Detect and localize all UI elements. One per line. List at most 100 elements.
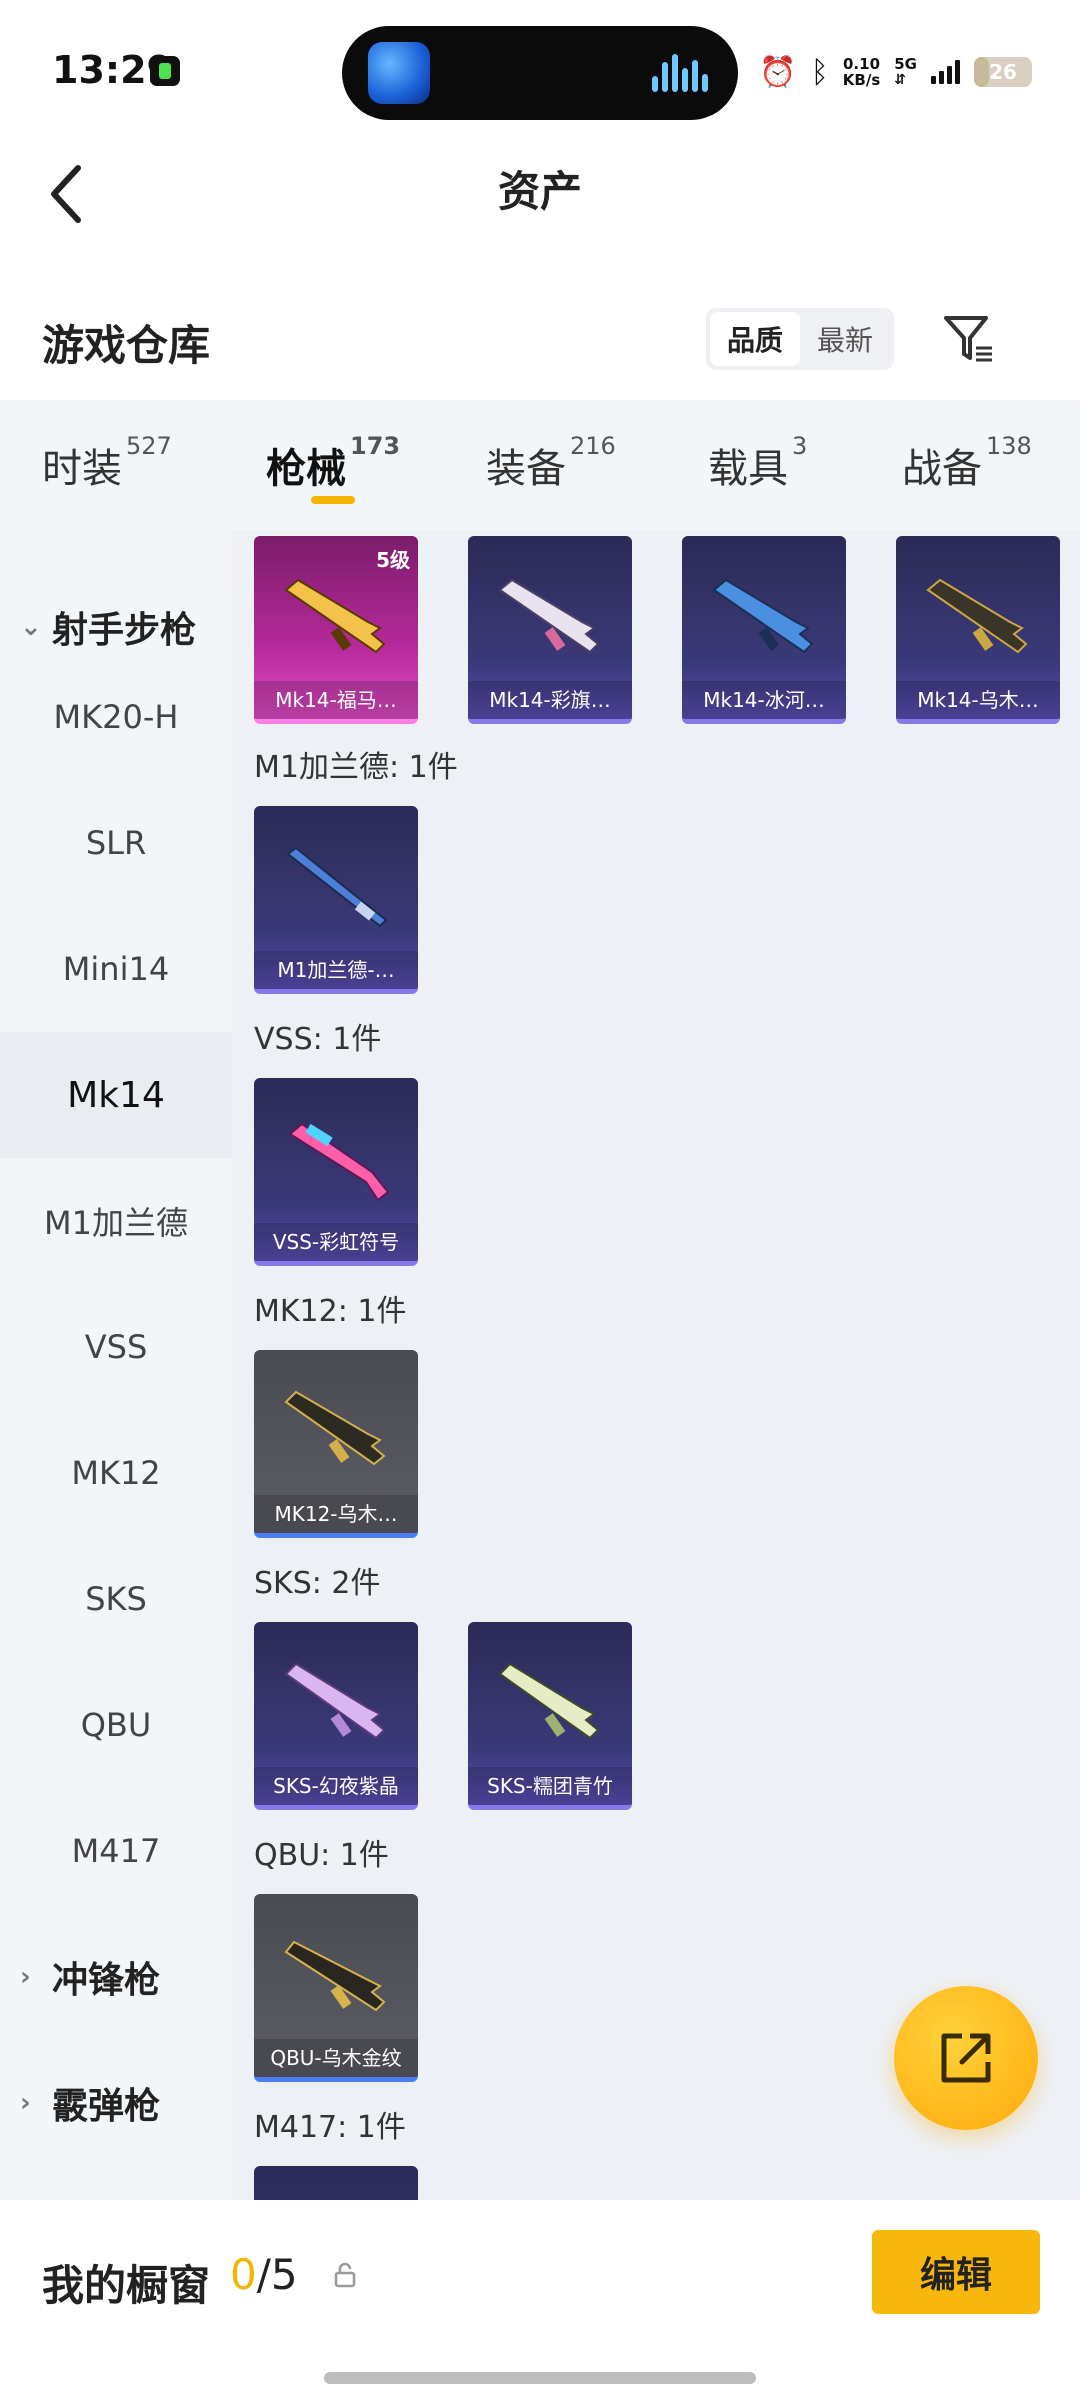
sidebar-item-mk12[interactable]: MK12 <box>0 1410 232 1536</box>
sidebar-item-mk14[interactable]: Mk14 <box>0 1032 232 1158</box>
showcase-total: /5 <box>256 2250 298 2299</box>
sidebar: ⌄ 射手步枪 MK20-H SLR Mini14 Mk14 M1加兰德 VSS M… <box>0 530 232 2200</box>
network-type: 5G ⇵ <box>894 55 917 88</box>
tab-label: 载具 <box>708 446 788 492</box>
item-card[interactable]: Mk14-乌木… <box>896 536 1060 724</box>
sidebar-item-mini14[interactable]: Mini14 <box>0 906 232 1032</box>
category-tabs: 时装 527 枪械 173 装备 216 载具 3 战备 138 <box>0 400 1080 530</box>
item-name: SKS-糯团青竹 <box>468 1767 632 1805</box>
rifle-icon <box>498 1662 600 1740</box>
showcase-bar: 我的橱窗 0/5 编辑 <box>0 2200 1080 2400</box>
warehouse-header: 游戏仓库 品质 最新 <box>0 290 1080 400</box>
rifle-icon <box>288 1122 390 1202</box>
sidebar-item-label: QBU <box>80 1706 152 1744</box>
sidebar-item-vss[interactable]: VSS <box>0 1284 232 1410</box>
tab-combat-gear[interactable]: 战备 138 <box>902 432 1032 494</box>
sidebar-item-label: 霰弹枪 <box>52 2086 161 2127</box>
sidebar-item-m1-garand[interactable]: M1加兰德 <box>0 1158 232 1284</box>
item-level-badge: 5级 <box>376 548 410 572</box>
battery-fill <box>974 57 990 87</box>
item-name: SKS-幻夜紫晶 <box>254 1767 418 1805</box>
sidebar-item-label: MK12 <box>71 1454 161 1492</box>
showcase-count: 0/5 <box>230 2250 298 2299</box>
tab-vehicles[interactable]: 载具 3 <box>708 432 807 494</box>
item-card[interactable]: 5级 Mk14-福马… <box>254 536 418 724</box>
speed-value: 0.10 <box>843 55 881 73</box>
item-name: M1加兰德-… <box>254 951 418 989</box>
sidebar-item-label: VSS <box>84 1328 148 1366</box>
sidebar-item-label: 冲锋枪 <box>52 1960 161 2001</box>
section-title: MK12: 1件 <box>254 1294 407 1329</box>
bluetooth-icon: ᛒ <box>810 54 829 90</box>
sidebar-group-shotgun[interactable]: › 霰弹枪 <box>0 2040 232 2166</box>
tab-label: 枪械 <box>266 446 346 492</box>
sidebar-item-qbu[interactable]: QBU <box>0 1662 232 1788</box>
tab-count: 216 <box>570 432 616 460</box>
item-name: MK12-乌木… <box>254 1495 418 1533</box>
sidebar-group-smg[interactable]: › 冲锋枪 <box>0 1914 232 2040</box>
rifle-icon <box>712 578 814 654</box>
rifle-icon <box>286 846 388 928</box>
section-title: QBU: 1件 <box>254 1838 389 1873</box>
tab-equipment[interactable]: 装备 216 <box>486 432 616 494</box>
sort-quality-button[interactable]: 品质 <box>710 312 800 366</box>
speed-unit: KB/s <box>842 71 881 89</box>
tab-label: 装备 <box>486 446 566 492</box>
item-card[interactable]: M1加兰德-… <box>254 806 418 994</box>
sidebar-item-label: M417 <box>71 1832 161 1870</box>
item-card[interactable]: SKS-糯团青竹 <box>468 1622 632 1810</box>
sidebar-item-label: SLR <box>85 824 147 862</box>
showcase-current: 0 <box>230 2250 257 2299</box>
sidebar-item-label: MK20-H <box>53 698 179 736</box>
filter-button[interactable] <box>938 308 998 368</box>
sidebar-item-slr[interactable]: SLR <box>0 780 232 906</box>
item-card[interactable]: SKS-幻夜紫晶 <box>254 1622 418 1810</box>
item-card[interactable]: MK12-乌木… <box>254 1350 418 1538</box>
network-speed: 0.10 KB/s <box>843 56 880 88</box>
edit-button[interactable]: 编辑 <box>872 2230 1040 2314</box>
item-name: Mk14-乌木… <box>896 681 1060 719</box>
item-card[interactable]: Mk14-冰河… <box>682 536 846 724</box>
chevron-down-icon: ⌄ <box>20 612 42 642</box>
battery-level: 26 <box>989 60 1017 84</box>
sidebar-item-label: Mk14 <box>67 1074 165 1116</box>
item-name: QBU-乌木金纹 <box>254 2039 418 2077</box>
tab-label: 时装 <box>42 446 122 492</box>
dynamic-island[interactable] <box>342 26 738 120</box>
item-card[interactable]: VSS-彩虹符号 <box>254 1078 418 1266</box>
sidebar-item-label: Mini14 <box>62 950 170 988</box>
signal-icon <box>931 60 960 84</box>
rifle-icon <box>284 1662 386 1740</box>
share-icon <box>941 2033 991 2083</box>
tab-count: 173 <box>350 432 401 460</box>
sidebar-item-sks[interactable]: SKS <box>0 1536 232 1662</box>
app-header: 资产 <box>0 140 1080 250</box>
item-name: Mk14-彩旗… <box>468 681 632 719</box>
tab-fashion[interactable]: 时装 527 <box>42 432 172 494</box>
section-title: SKS: 2件 <box>254 1566 381 1601</box>
home-indicator[interactable] <box>324 2372 756 2384</box>
lock-icon <box>334 2262 356 2288</box>
share-button[interactable] <box>894 1986 1038 2130</box>
tab-label: 战备 <box>902 446 982 492</box>
rifle-icon <box>498 578 600 654</box>
sidebar-item-label: M1加兰德 <box>44 1204 188 1242</box>
sidebar-item-mk20h[interactable]: MK20-H <box>0 654 232 780</box>
tab-count: 3 <box>792 432 808 460</box>
tab-guns[interactable]: 枪械 173 <box>266 432 400 494</box>
warehouse-title: 游戏仓库 <box>42 321 211 370</box>
item-card[interactable]: Mk14-彩旗… <box>468 536 632 724</box>
battery-icon: 26 <box>974 57 1032 87</box>
network-label: 5G <box>894 55 917 73</box>
section-title: M417: 1件 <box>254 2110 406 2145</box>
rifle-icon <box>284 1390 386 1466</box>
item-card[interactable]: QBU-乌木金纹 <box>254 1894 418 2082</box>
status-bar: 13:29 ⏰ ᛒ 0.10 KB/s 5G ⇵ 26 <box>0 0 1080 140</box>
notification-app-icon <box>150 56 180 86</box>
sort-newest-button[interactable]: 最新 <box>800 312 890 366</box>
item-card[interactable] <box>254 2166 418 2200</box>
rifle-icon <box>284 578 386 654</box>
chevron-right-icon: › <box>20 1962 31 1992</box>
tab-count: 527 <box>126 432 172 460</box>
sidebar-item-m417[interactable]: M417 <box>0 1788 232 1914</box>
